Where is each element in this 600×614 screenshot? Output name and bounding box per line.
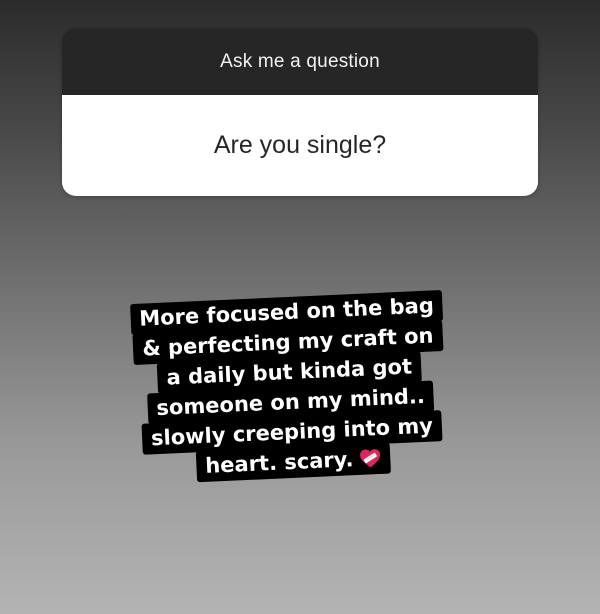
answer-text-block: More focused on the bag & perfecting my … xyxy=(106,290,474,486)
question-text: Are you single? xyxy=(62,95,538,196)
mending-heart-icon xyxy=(360,449,381,468)
answer-line-6-text: heart. scary. xyxy=(204,447,354,478)
question-prompt: Ask me a question xyxy=(62,28,538,95)
question-sticker[interactable]: Ask me a question Are you single? xyxy=(62,28,538,196)
